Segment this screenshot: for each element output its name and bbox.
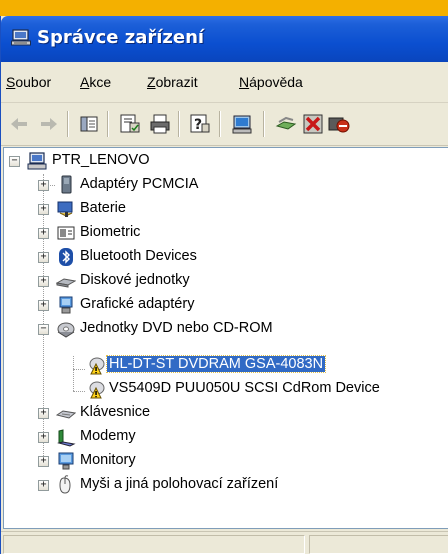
print-icon[interactable] [148, 112, 172, 136]
dvd-drive-icon [57, 322, 75, 338]
tree-category-label: Modemy [80, 428, 136, 444]
forward-icon[interactable] [37, 112, 61, 136]
tree-category-label: Klávesnice [80, 404, 151, 420]
window-title: Správce zařízení [37, 27, 205, 48]
tree-category-label: Myši a jiná polohovací zařízení [80, 476, 279, 492]
expand-toggle[interactable]: + [38, 276, 49, 287]
expand-toggle[interactable]: + [38, 252, 49, 263]
pcmcia-icon [61, 175, 72, 194]
mouse-icon [59, 475, 71, 494]
expand-toggle[interactable]: + [38, 180, 49, 191]
tree-category-label: Adaptéry PCMCIA [80, 176, 199, 192]
tree-connector [73, 391, 85, 392]
tree-category-label: Grafické adaptéry [80, 296, 195, 312]
tree-root-label: PTR_LENOVO [52, 152, 150, 168]
toolbar: ? [1, 103, 448, 146]
tree-connector [73, 369, 85, 370]
battery-icon [57, 201, 73, 217]
svg-text:?: ? [194, 117, 202, 133]
modem-icon [57, 429, 76, 447]
tree-connector [73, 356, 74, 391]
tree-category-label: Biometric [80, 224, 141, 240]
monitor-icon [58, 452, 74, 470]
tree-device-label: VS5409D PUU050U SCSI CdRom Device [109, 380, 380, 396]
dvd-warning-icon [89, 381, 105, 399]
tree-category-label: Monitory [80, 452, 136, 468]
device-tree[interactable]: − PTR_LENOVO + Adaptéry PCMCIA + Baterie… [3, 147, 448, 529]
device-manager-window: Správce zařízení Soubor Akce Zobrazit Ná… [0, 16, 448, 554]
tree-category-label: Bluetooth Devices [80, 248, 197, 264]
keyboard-icon [56, 410, 76, 419]
toolbar-separator [178, 111, 180, 137]
tree-device-label-selected: HL-DT-ST DVDRAM GSA-4083N [105, 355, 327, 373]
status-cell-secondary [309, 535, 448, 554]
status-cell-main [3, 535, 305, 554]
bluetooth-icon [59, 248, 73, 266]
toolbar-separator [263, 111, 265, 137]
show-hide-tree-icon[interactable] [77, 112, 101, 136]
back-icon[interactable] [7, 112, 31, 136]
toolbar-separator [67, 111, 69, 137]
menu-akce-rest: kce [89, 74, 112, 90]
collapse-toggle[interactable]: − [9, 156, 20, 167]
update-driver-icon[interactable] [274, 112, 298, 136]
menu-zobrazit[interactable]: Zobrazit [147, 74, 198, 90]
menu-bar: Soubor Akce Zobrazit Nápověda [1, 62, 448, 103]
menu-napoveda[interactable]: Nápověda [239, 74, 303, 90]
computer-icon [27, 152, 47, 170]
title-bar[interactable]: Správce zařízení [1, 16, 448, 62]
expand-toggle[interactable]: + [38, 204, 49, 215]
menu-akce[interactable]: Akce [80, 74, 111, 90]
status-bar [1, 531, 448, 554]
expand-toggle[interactable]: + [38, 408, 49, 419]
expand-toggle[interactable]: + [38, 432, 49, 443]
disk-drive-icon [56, 278, 76, 288]
scan-hardware-icon[interactable] [231, 112, 255, 136]
menu-zobrazit-rest: obrazit [155, 74, 198, 90]
tree-category-label: Jednotky DVD nebo CD-ROM [80, 320, 273, 336]
tree-category-label: Baterie [80, 200, 126, 216]
help-icon[interactable]: ? [188, 112, 212, 136]
tree-category-label: Diskové jednotky [80, 272, 190, 288]
expand-toggle[interactable]: + [38, 480, 49, 491]
properties-icon[interactable] [118, 112, 142, 136]
biometric-icon [57, 226, 75, 240]
dvd-warning-icon [89, 357, 105, 375]
menu-soubor[interactable]: Soubor [6, 74, 51, 90]
display-adapter-icon [59, 296, 73, 314]
uninstall-icon[interactable] [301, 112, 325, 136]
disable-icon[interactable] [327, 112, 351, 136]
menu-napoveda-rest: ápověda [249, 74, 303, 90]
expand-toggle[interactable]: + [38, 228, 49, 239]
expand-toggle[interactable]: + [38, 456, 49, 467]
collapse-toggle[interactable]: − [38, 324, 49, 335]
expand-toggle[interactable]: + [38, 300, 49, 311]
menu-soubor-rest: oubor [15, 74, 52, 90]
computer-management-icon [11, 29, 31, 46]
toolbar-separator [219, 111, 221, 137]
toolbar-separator [107, 111, 109, 137]
